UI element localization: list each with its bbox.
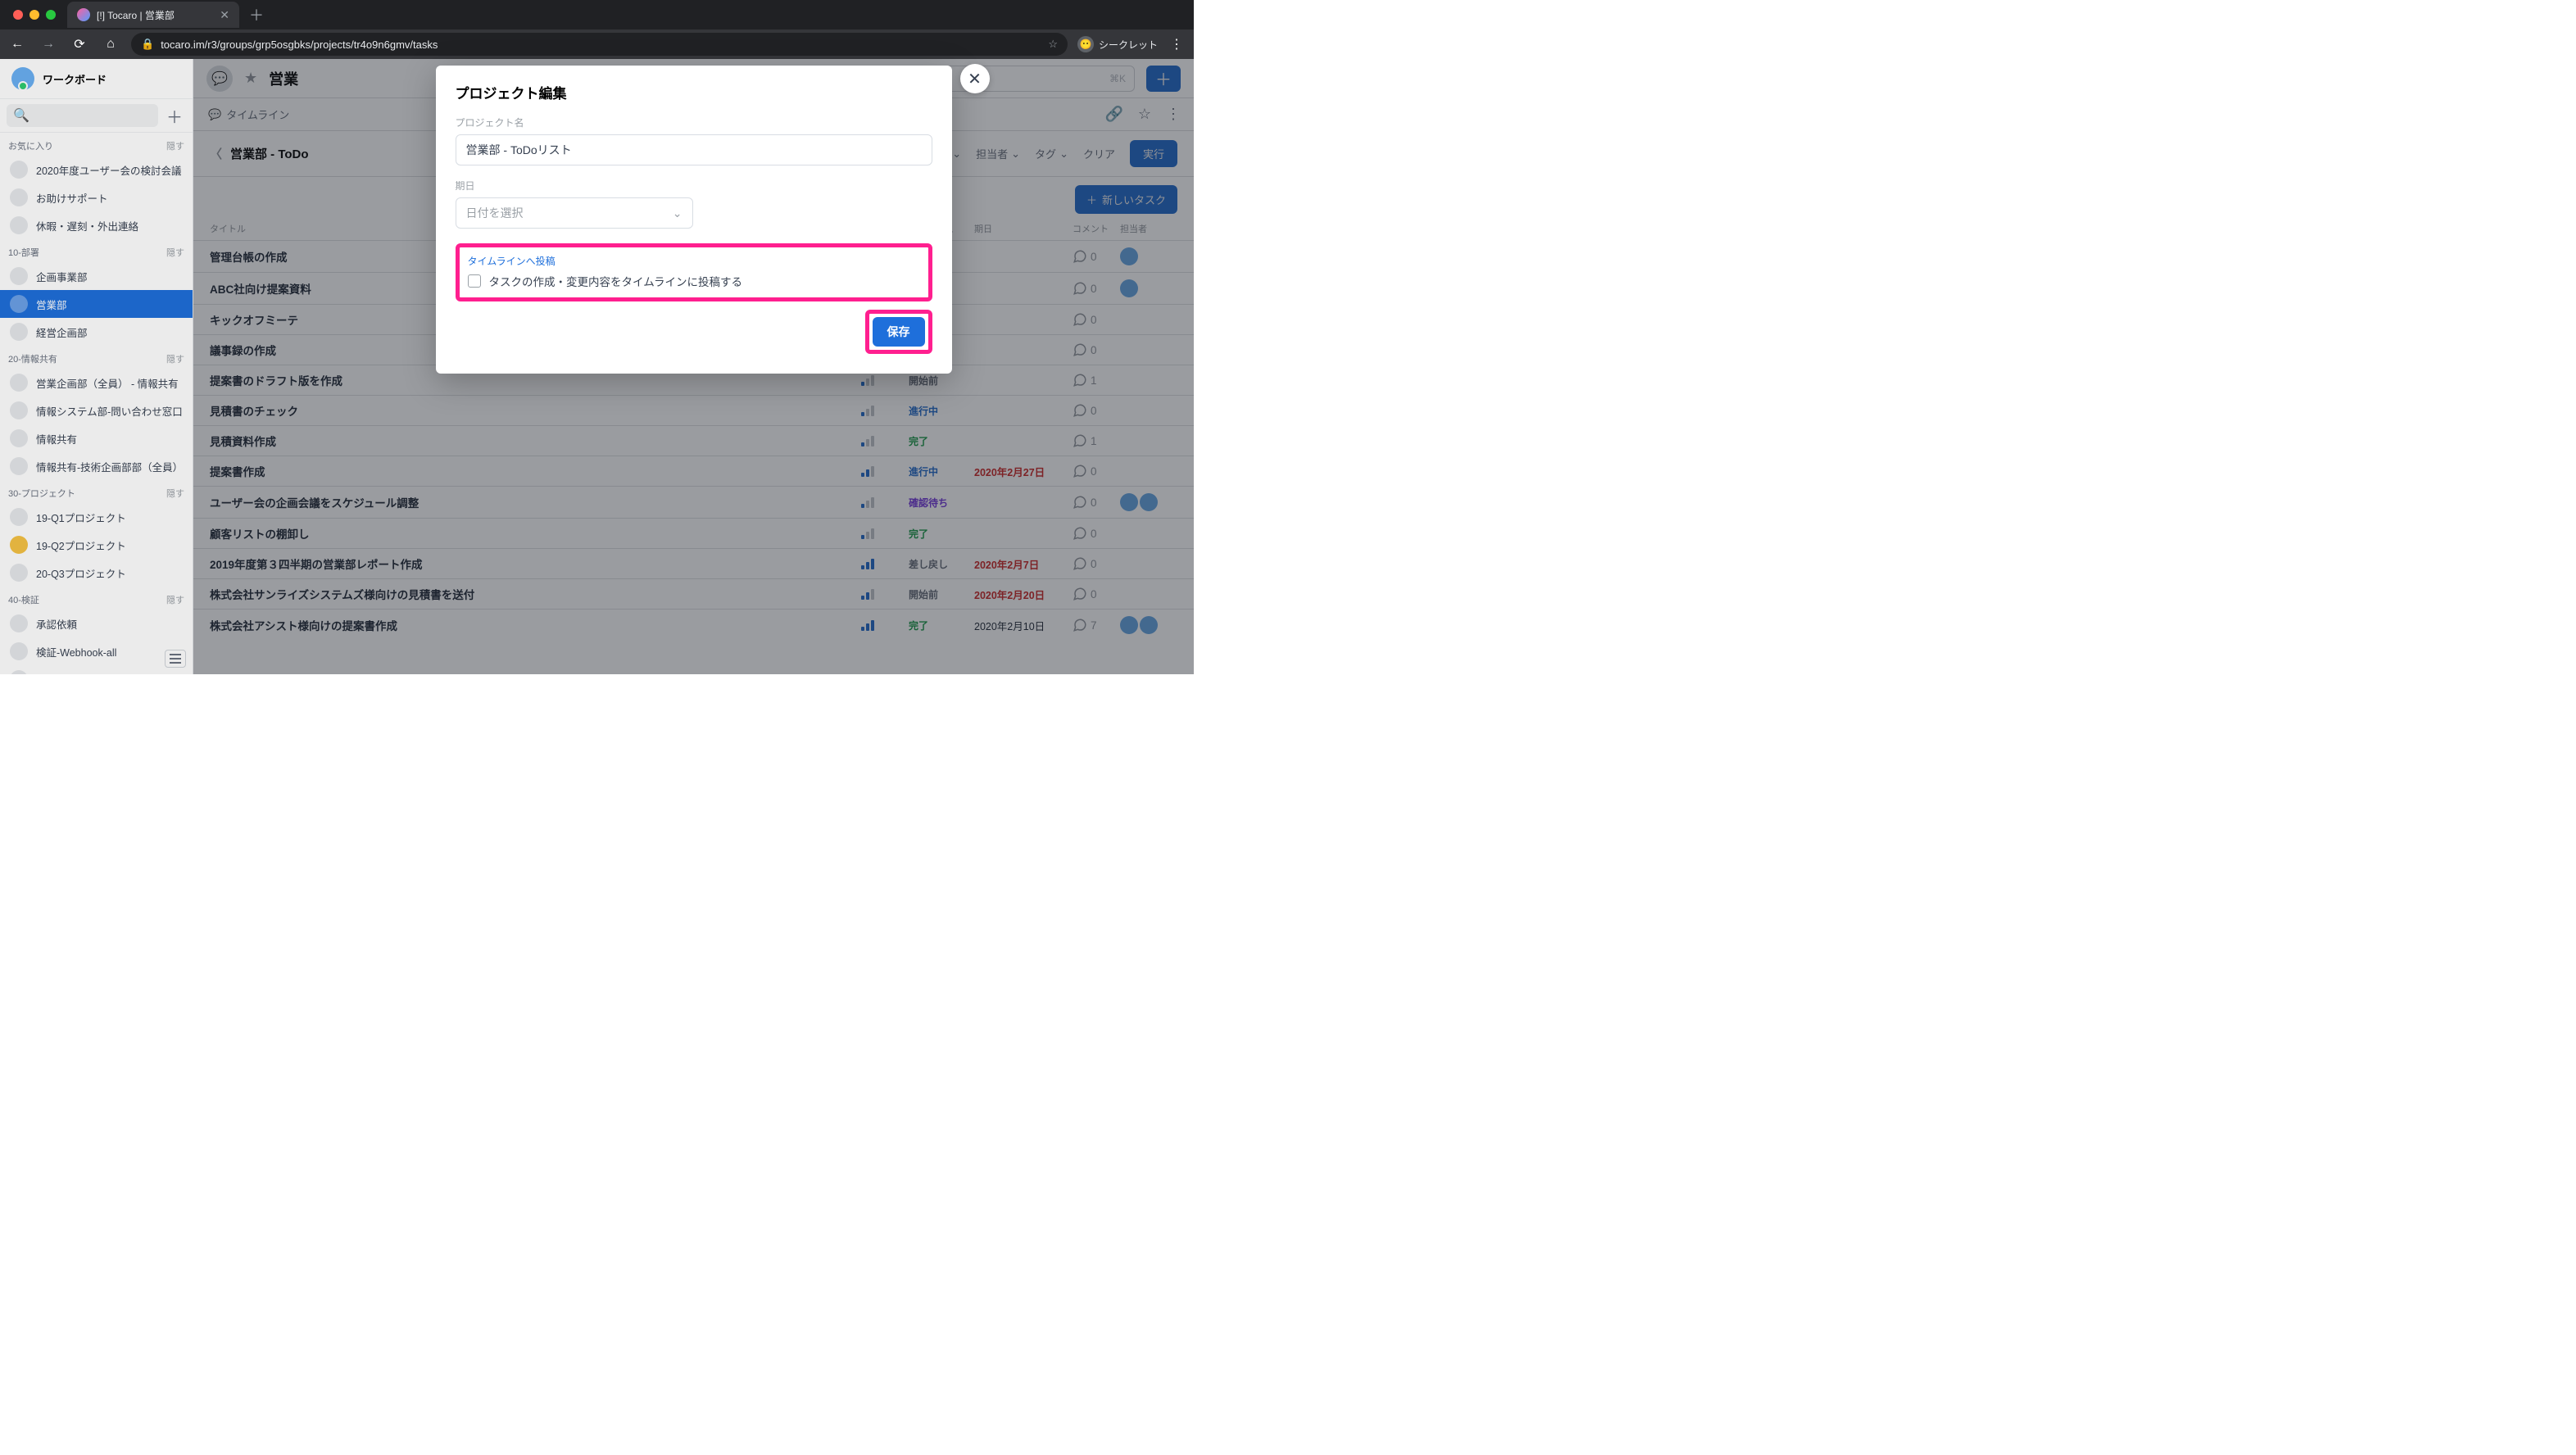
timeline-checkbox[interactable] — [468, 274, 481, 288]
mac-close-button[interactable] — [13, 10, 23, 20]
channel-icon — [10, 401, 28, 419]
channel-icon — [10, 295, 28, 313]
section-hide[interactable]: 隠す — [166, 246, 184, 259]
project-name-label: プロジェクト名 — [456, 116, 932, 129]
mac-maximize-button[interactable] — [46, 10, 56, 20]
browser-tab[interactable]: [!] Tocaro | 営業部 ✕ — [67, 2, 239, 28]
sidebar-toggle-button[interactable] — [165, 650, 186, 668]
channel-icon — [10, 564, 28, 582]
tab-favicon — [77, 8, 90, 21]
modal-overlay: ✕ プロジェクト編集 プロジェクト名 期日 日付を選択 ⌄ タイムラインへ投稿 … — [193, 59, 1194, 674]
sidebar-item[interactable]: 営業企画部（全員） - 情報共有 — [0, 369, 193, 397]
highlight-timeline-section: タイムラインへ投稿 タスクの作成・変更内容をタイムラインに投稿する — [456, 243, 932, 301]
sidebar-item[interactable]: 休暇・遅刻・外出連絡 — [0, 211, 193, 239]
menu-button[interactable]: ⋮ — [1166, 34, 1187, 55]
save-button[interactable]: 保存 — [873, 317, 925, 347]
sidebar-item[interactable]: 情報システム部-問い合わせ窓口 — [0, 397, 193, 424]
project-name-input[interactable] — [456, 134, 932, 165]
forward-button[interactable]: → — [38, 34, 59, 55]
section-hide[interactable]: 隠す — [166, 139, 184, 152]
lock-icon: 🔒 — [141, 38, 154, 51]
channel-icon — [10, 614, 28, 632]
sidebar-item[interactable]: 承認依頼 — [0, 610, 193, 637]
url-text: tocaro.im/r3/groups/grp5osgbks/projects/… — [161, 39, 438, 51]
modal-close-button[interactable]: ✕ — [960, 64, 990, 93]
modal-title: プロジェクト編集 — [456, 82, 932, 102]
channel-icon — [10, 161, 28, 179]
bookmark-star-icon[interactable]: ☆ — [1048, 38, 1058, 51]
sidebar-item[interactable]: 19-Q1プロジェクト — [0, 503, 193, 531]
sidebar-item[interactable]: 企画事業部 — [0, 262, 193, 290]
channel-icon — [10, 374, 28, 392]
back-button[interactable]: ← — [7, 34, 28, 55]
channel-icon — [10, 188, 28, 206]
channel-icon — [10, 429, 28, 447]
tab-close-icon[interactable]: ✕ — [220, 8, 229, 22]
channel-icon — [10, 216, 28, 234]
channel-icon — [10, 508, 28, 526]
channel-icon — [10, 536, 28, 554]
sidebar-item[interactable]: 2020年度ユーザー会の検討会議 — [0, 156, 193, 184]
tab-title: [!] Tocaro | 営業部 — [97, 8, 175, 22]
timeline-post-label: タイムラインへ投稿 — [468, 254, 920, 268]
channel-icon — [10, 670, 28, 674]
chevron-down-icon: ⌄ — [673, 206, 683, 220]
due-date-select[interactable]: 日付を選択 ⌄ — [456, 197, 693, 229]
sidebar-item[interactable]: 情報共有-技術企画部部（全員） — [0, 452, 193, 480]
user-avatar[interactable] — [11, 67, 34, 90]
sidebar-item[interactable]: 20-Q3プロジェクト — [0, 559, 193, 587]
sidebar-item[interactable]: 19-Q2プロジェクト — [0, 531, 193, 559]
sidebar-item[interactable]: 情報共有 — [0, 424, 193, 452]
highlight-save-button: 保存 — [865, 310, 932, 354]
search-icon: 🔍 — [13, 107, 29, 124]
reload-button[interactable]: ⟳ — [69, 34, 90, 55]
home-button[interactable]: ⌂ — [100, 34, 121, 55]
channel-icon — [10, 323, 28, 341]
channel-icon — [10, 457, 28, 475]
incognito-icon: 😶 — [1077, 36, 1094, 52]
workboard-title: ワークボード — [43, 71, 107, 87]
project-edit-modal: ✕ プロジェクト編集 プロジェクト名 期日 日付を選択 ⌄ タイムラインへ投稿 … — [436, 66, 952, 374]
sidebar-item[interactable]: 営業部 — [0, 290, 193, 318]
sidebar-add-button[interactable]: ＋ — [163, 104, 186, 127]
sidebar-search[interactable]: 🔍 — [7, 104, 158, 127]
new-tab-button[interactable]: ＋ — [249, 4, 264, 25]
channel-icon — [10, 267, 28, 285]
address-bar[interactable]: 🔒 tocaro.im/r3/groups/grp5osgbks/project… — [131, 33, 1068, 56]
channel-icon — [10, 642, 28, 660]
sidebar-item[interactable]: 経営企画部 — [0, 318, 193, 346]
due-label: 期日 — [456, 179, 932, 193]
sidebar-item[interactable]: 検証-グループメンバー(202 — [0, 665, 193, 674]
incognito-badge: 😶 シークレット — [1077, 36, 1158, 52]
sidebar-item[interactable]: お助けサポート — [0, 184, 193, 211]
sidebar-item[interactable]: 検証-Webhook-all — [0, 637, 193, 665]
section-hide[interactable]: 隠す — [166, 593, 184, 606]
section-hide[interactable]: 隠す — [166, 352, 184, 365]
mac-minimize-button[interactable] — [29, 10, 39, 20]
section-hide[interactable]: 隠す — [166, 487, 184, 500]
timeline-checkbox-label: タスクの作成・変更内容をタイムラインに投稿する — [489, 273, 743, 289]
